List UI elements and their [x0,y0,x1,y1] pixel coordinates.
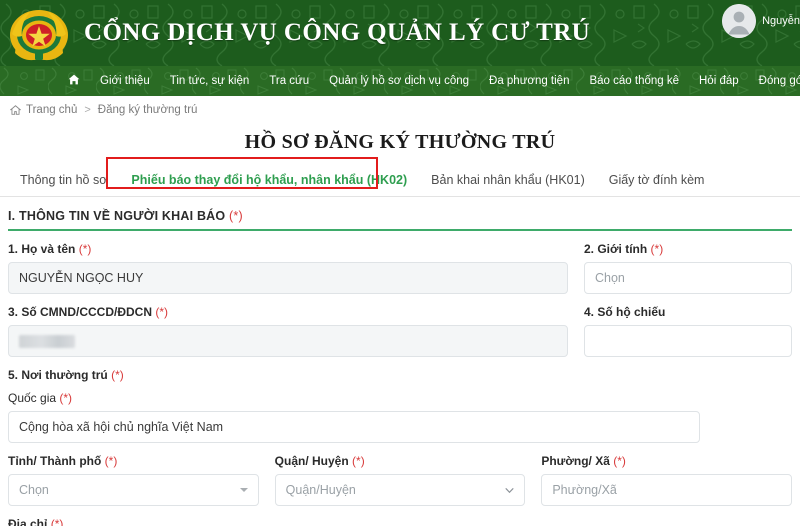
field-province: Tỉnh/ Thành phố (*) Chọn [8,454,259,506]
nav-item-tin-tuc[interactable]: Tin tức, sự kiện [160,66,260,96]
country-input[interactable]: Cộng hòa xã hội chủ nghĩa Việt Nam [8,411,700,443]
vietnam-police-emblem [10,10,68,61]
district-select[interactable]: Quận/Huyện [274,474,526,506]
nav-item-tra-cuu[interactable]: Tra cứu [259,66,319,96]
province-required: (*) [104,454,118,468]
id-number-label-text: 3. Số CMND/CCCD/ĐDCN [8,305,152,319]
ward-select[interactable]: Phường/Xã [541,474,793,506]
user-account-area[interactable]: Nguyễn [722,4,800,38]
province-placeholder: Chọn [19,483,49,497]
tab-thong-tin-ho-so[interactable]: Thông tin hồ sơ [8,173,119,196]
tab-hk02[interactable]: Phiếu báo thay đổi hộ khẩu, nhân khẩu (H… [119,173,419,196]
district-label-text: Quận/ Huyện [274,454,349,468]
gender-label: 2. Giới tính (*) [584,242,792,256]
nav-item-hoi-dap[interactable]: Hỏi đáp [689,66,749,96]
form-row-1: 1. Họ và tên (*) NGUYỄN NGỌC HUY 2. Giới… [8,242,792,294]
id-number-label: 3. Số CMND/CCCD/ĐDCN (*) [8,305,568,319]
page-title: HỒ SƠ ĐĂNG KÝ THƯỜNG TRÚ [244,131,556,153]
nav-item-home[interactable] [58,66,90,96]
country-label: Quốc gia (*) [8,391,792,405]
site-title: CỔNG DỊCH VỤ CÔNG QUẢN LÝ CƯ TRÚ [84,19,591,46]
section-heading-text: I. THÔNG TIN VỀ NGƯỜI KHAI BÁO [8,209,226,223]
tab-hk01[interactable]: Bản khai nhân khẩu (HK01) [419,173,597,196]
residence-label-text: 5. Nơi thường trú [8,368,108,382]
country-value: Cộng hòa xã hội chủ nghĩa Việt Nam [19,420,224,434]
nav-item-quan-ly-ho-so[interactable]: Quản lý hồ sơ dịch vụ công [319,66,479,96]
declaration-form: 1. Họ và tên (*) NGUYỄN NGỌC HUY 2. Giới… [0,242,800,526]
gender-label-text: 2. Giới tính [584,242,648,256]
breadcrumb: Trang chủ > Đăng ký thường trú [0,96,800,123]
full-name-required: (*) [78,242,92,256]
form-tabs: Thông tin hồ sơ Phiếu báo thay đổi hộ kh… [0,157,800,197]
province-label: Tỉnh/ Thành phố (*) [8,454,259,468]
passport-input[interactable] [584,325,792,357]
form-row-location: Tỉnh/ Thành phố (*) Chọn Quận/ Huyện (*)… [8,454,793,506]
gender-required: (*) [650,242,664,256]
district-required: (*) [352,454,365,468]
form-row-2: 3. Số CMND/CCCD/ĐDCN (*) 4. Số hộ chiếu [8,305,792,357]
breadcrumb-current: Đăng ký thường trú [97,103,198,116]
country-label-text: Quốc gia [8,391,57,405]
id-number-redacted-value [19,334,75,348]
breadcrumb-home-link[interactable]: Trang chủ [26,104,77,116]
passport-label-text: 4. Số hộ chiếu [584,305,666,319]
province-label-text: Tỉnh/ Thành phố [8,454,102,468]
full-name-label: 1. Họ và tên (*) [8,242,568,256]
field-gender: 2. Giới tính (*) Chọn [584,242,792,294]
site-header: CỔNG DỊCH VỤ CÔNG QUẢN LÝ CƯ TRÚ Nguyễn [0,0,800,66]
ward-label: Phường/ Xã (*) [541,454,792,468]
id-number-input[interactable] [8,325,568,357]
field-district: Quận/ Huyện (*) Quận/Huyện [274,454,526,506]
field-id-number: 3. Số CMND/CCCD/ĐDCN (*) [8,305,568,357]
address-label-text: Địa chỉ [8,517,48,526]
section-heading: I. THÔNG TIN VỀ NGƯỜI KHAI BÁO (*) [8,209,792,231]
nav-item-gioi-thieu[interactable]: Giới thiệu [90,66,160,96]
address-label: Địa chỉ (*) [8,517,792,526]
nav-item-bao-cao-thong-ke[interactable]: Báo cáo thống kê [579,66,689,96]
breadcrumb-separator: > [84,103,91,116]
residence-label: 5. Nơi thường trú (*) [8,368,792,382]
main-navigation: Giới thiệu Tin tức, sự kiện Tra cứu Quản… [0,66,800,96]
field-residence-group: 5. Nơi thường trú (*) Quốc gia (*) Cộng … [8,368,792,443]
field-full-name: 1. Họ và tên (*) NGUYỄN NGỌC HUY [8,242,568,294]
nav-item-dong-gop-y-kien[interactable]: Đóng góp ý kiến [749,66,800,96]
home-icon [10,104,21,115]
user-avatar-icon[interactable] [722,4,757,38]
address-required: (*) [50,517,64,526]
home-icon [68,74,80,85]
user-name-label: Nguyễn [762,15,800,27]
ward-required: (*) [613,454,626,468]
full-name-input[interactable]: NGUYỄN NGỌC HUY [8,262,568,294]
ward-placeholder: Phường/Xã [552,483,617,497]
field-ward: Phường/ Xã (*) Phường/Xã [541,454,793,506]
section-heading-required: (*) [229,209,243,223]
country-required: (*) [59,391,73,405]
district-placeholder: Quận/Huyện [285,483,356,497]
province-select[interactable]: Chọn [8,474,259,506]
district-label: Quận/ Huyện (*) [275,454,526,468]
gender-placeholder: Chọn [595,271,625,285]
full-name-label-text: 1. Họ và tên [8,242,76,256]
nav-item-da-phuong-tien[interactable]: Đa phương tiện [479,66,579,96]
residence-required: (*) [111,368,124,382]
field-passport: 4. Số hộ chiếu [584,305,792,357]
gender-select[interactable]: Chọn [584,262,792,294]
chevron-down-icon [505,488,514,494]
id-number-required: (*) [155,305,169,319]
full-name-value: NGUYỄN NGỌC HUY [19,271,144,285]
passport-label: 4. Số hộ chiếu [584,305,792,319]
tab-giay-to-dinh-kem[interactable]: Giấy tờ đính kèm [597,173,717,196]
caret-down-icon [239,488,248,492]
ward-label-text: Phường/ Xã [541,454,610,468]
